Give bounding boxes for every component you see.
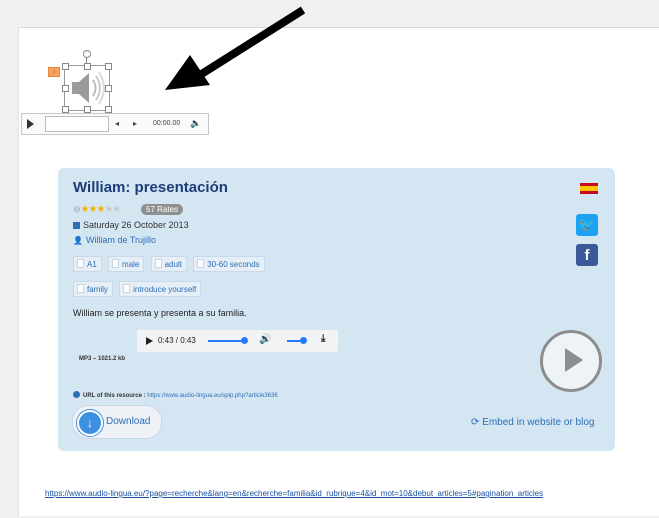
tag-topic[interactable]: family bbox=[73, 281, 113, 297]
audio-player: 0:43 / 0:43 🔊 ⤓ bbox=[137, 330, 338, 352]
author-name[interactable]: William de Trujillo bbox=[86, 235, 156, 245]
embedded-media-player: ◂ ▸ 00:00.00 🔈 bbox=[21, 113, 209, 135]
volume-icon[interactable]: 🔊 bbox=[259, 334, 271, 345]
embed-label: Embed in website or blog bbox=[482, 417, 595, 428]
volume-icon[interactable]: 🔈 bbox=[190, 118, 201, 129]
minus-icon[interactable]: ⊖ bbox=[73, 204, 80, 214]
download-arrow-icon[interactable]: ⤓ bbox=[321, 333, 325, 344]
play-icon[interactable] bbox=[27, 119, 34, 129]
resource-title[interactable]: William: presentación bbox=[73, 179, 228, 196]
calendar-icon bbox=[73, 222, 80, 229]
big-play-button[interactable] bbox=[540, 330, 602, 392]
spain-flag-icon bbox=[580, 183, 598, 194]
speaker-icon bbox=[72, 71, 105, 105]
link-icon bbox=[73, 391, 80, 398]
resource-card: William: presentación ⊖★★★★★ 57 Rates Sa… bbox=[58, 168, 615, 451]
file-info: MP3 – 1021.2 kb bbox=[79, 356, 126, 362]
author-link[interactable]: 👤 William de Trujillo bbox=[73, 235, 156, 245]
tag-icon bbox=[197, 259, 205, 268]
download-label: Download bbox=[106, 416, 151, 427]
download-icon: ↓ bbox=[77, 410, 103, 436]
rotate-handle[interactable] bbox=[83, 50, 91, 58]
tags-row-2: family introduce yourself bbox=[73, 281, 205, 297]
date-text: Saturday 26 October 2013 bbox=[83, 220, 189, 230]
sound-object[interactable] bbox=[62, 63, 112, 113]
tag-icon bbox=[77, 284, 84, 293]
resource-url[interactable]: https://www.audio-lingua.eu/spip.php?art… bbox=[147, 393, 277, 399]
volume-knob[interactable] bbox=[300, 337, 307, 344]
tag-age[interactable]: adult bbox=[150, 256, 187, 272]
tags-row-1: A1 male adult 30-60 seconds bbox=[73, 256, 269, 272]
tag-icon bbox=[123, 284, 131, 293]
tag-topic[interactable]: introduce yourself bbox=[119, 281, 202, 297]
play-icon bbox=[565, 348, 583, 372]
media-time: 00:00.00 bbox=[153, 120, 181, 127]
footer-link[interactable]: https://www.audio-lingua.eu/?page=recher… bbox=[45, 489, 543, 498]
tag-icon bbox=[77, 259, 84, 268]
audio-progress-bar[interactable] bbox=[208, 340, 244, 342]
tag-level[interactable]: A1 bbox=[73, 256, 102, 272]
download-button[interactable]: ↓ Download bbox=[72, 405, 162, 439]
sound-badge-icon: ♪ bbox=[48, 67, 60, 77]
publish-date: Saturday 26 October 2013 bbox=[73, 220, 189, 230]
embed-icon: ⟳ bbox=[471, 417, 480, 428]
rates-badge: 57 Rates bbox=[141, 204, 184, 215]
resource-description: William se presenta y presenta a su fami… bbox=[73, 308, 247, 318]
rating-stars[interactable]: ⊖★★★★★ bbox=[73, 204, 121, 215]
twitter-icon[interactable]: 🐦 bbox=[576, 214, 598, 236]
seek-back-icon[interactable]: ◂ bbox=[115, 119, 119, 128]
seek-forward-icon[interactable]: ▸ bbox=[133, 119, 137, 128]
tag-gender[interactable]: male bbox=[108, 256, 145, 272]
facebook-icon[interactable]: f bbox=[576, 244, 598, 266]
tag-icon bbox=[112, 259, 120, 268]
tag-icon bbox=[154, 259, 162, 268]
embed-link[interactable]: ⟳ Embed in website or blog bbox=[471, 417, 594, 428]
play-icon[interactable] bbox=[146, 337, 153, 345]
audio-time: 0:43 / 0:43 bbox=[158, 336, 196, 345]
user-icon: 👤 bbox=[73, 236, 83, 245]
audio-progress-knob[interactable] bbox=[241, 337, 248, 344]
tag-duration[interactable]: 30-60 seconds bbox=[193, 256, 265, 272]
media-progress-track[interactable] bbox=[45, 116, 109, 132]
resource-url-line: URL of this resource : https://www.audio… bbox=[73, 391, 278, 399]
annotation-arrow bbox=[165, 6, 306, 90]
